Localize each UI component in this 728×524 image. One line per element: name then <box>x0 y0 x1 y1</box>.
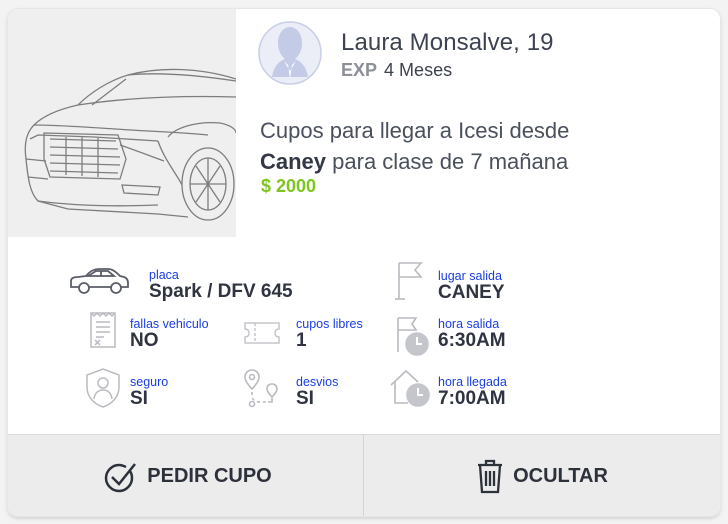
lugar-salida-value: CANEY <box>438 282 505 303</box>
detail-seguro: seguro SI <box>130 375 168 409</box>
experience-value: 4 Meses <box>384 60 453 80</box>
driver-experience: EXP 4 Meses <box>341 60 452 81</box>
ride-card: Laura Monsalve, 19 EXP 4 Meses Cupos par… <box>8 9 720 516</box>
trip-price: $ 2000 <box>261 176 317 196</box>
driver-name: Laura Monsalve, 19 <box>341 29 554 56</box>
trip-origin: Caney <box>260 149 327 174</box>
car-photo <box>8 9 236 237</box>
hide-label: OCULTAR <box>513 464 608 487</box>
detail-cupos: cupos libres 1 <box>296 317 363 351</box>
detail-desvios: desvios SI <box>296 375 338 409</box>
seguro-label: seguro <box>130 375 169 389</box>
lugar-salida-label: lugar salida <box>438 269 502 283</box>
request-seat-label: PEDIR CUPO <box>147 464 272 487</box>
car-icon <box>70 268 129 294</box>
check-circle-icon <box>105 463 137 493</box>
placa-label: placa <box>149 268 179 282</box>
hora-llegada-label: hora llegada <box>438 375 507 389</box>
seguro-value: SI <box>130 388 148 409</box>
hide-button[interactable]: OCULTAR <box>364 435 719 516</box>
calendar-clock-icon <box>397 317 429 356</box>
house-clock-icon <box>390 369 430 407</box>
detail-hora-salida: hora salida 6:30AM <box>438 317 506 351</box>
detail-hora-llegada: hora llegada 7:00AM <box>438 375 507 409</box>
cupos-value: 1 <box>296 330 307 351</box>
trash-icon <box>478 459 503 494</box>
hora-llegada-value: 7:00AM <box>438 388 506 409</box>
driver-avatar <box>258 21 322 85</box>
desvios-label: desvios <box>296 375 339 389</box>
trip-description-line2: Caney para clase de 7 mañana <box>260 146 569 177</box>
hora-salida-value: 6:30AM <box>438 330 506 351</box>
desvios-value: SI <box>296 388 314 409</box>
ticket-icon <box>244 322 280 344</box>
trip-description-rest: para clase de 7 mañana <box>326 149 569 174</box>
detail-lugar-salida: lugar salida CANEY <box>438 269 505 303</box>
trip-description-line1: Cupos para llegar a Icesi desde <box>260 118 570 143</box>
hora-salida-label: hora salida <box>438 317 500 331</box>
route-icon <box>244 369 278 408</box>
detail-placa: placa Spark / DFV 645 <box>149 268 293 302</box>
trip-description: Cupos para llegar a Icesi desde Caney pa… <box>260 115 569 177</box>
request-seat-button[interactable]: PEDIR CUPO <box>8 435 363 516</box>
detail-fallas: fallas vehiculo NO <box>130 317 209 351</box>
card-actions: PEDIR CUPO OCULTAR <box>8 434 720 516</box>
placa-value: Spark / DFV 645 <box>149 281 293 302</box>
document-icon <box>90 311 116 348</box>
flag-icon <box>395 262 423 300</box>
experience-label: EXP <box>341 60 378 80</box>
fallas-value: NO <box>130 330 159 351</box>
fallas-label: fallas vehiculo <box>130 317 209 331</box>
shield-person-icon <box>86 368 120 408</box>
cupos-label: cupos libres <box>296 317 363 331</box>
